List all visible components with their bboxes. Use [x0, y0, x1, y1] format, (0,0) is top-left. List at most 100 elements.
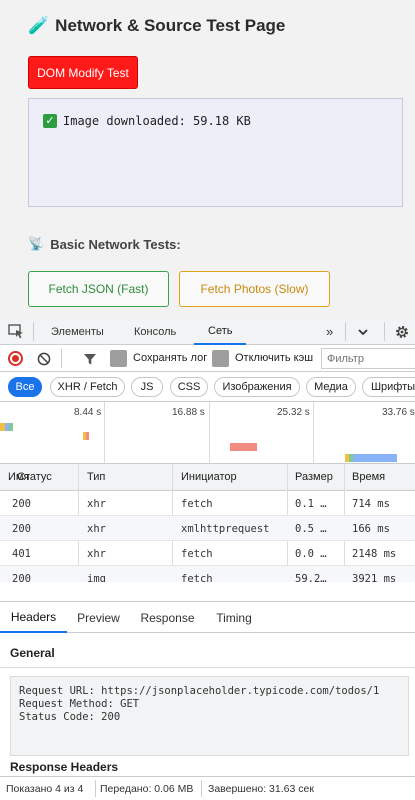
- type-filter-chips: Все XHR / Fetch JS CSS Изображения Медиа…: [0, 372, 415, 402]
- cell-size: 59.2…: [295, 573, 327, 582]
- cell-time: 2148 ms: [352, 548, 397, 560]
- satellite-antenna-icon: 📡: [28, 236, 45, 251]
- test-page: 🧪 Network & Source Test Page DOM Modify …: [0, 0, 415, 318]
- cell-type: xhr: [87, 498, 106, 510]
- transferred-size: Передано: 0.06 MB: [100, 783, 194, 795]
- chip-css[interactable]: CSS: [170, 377, 208, 397]
- finish-time: Завершено: 31.63 сек: [208, 783, 314, 795]
- table-row[interactable]: 200 img fetch 59.2… 3921 ms: [0, 566, 415, 582]
- timeline-divider: [209, 402, 210, 463]
- column-header-size[interactable]: Размер: [295, 471, 333, 483]
- cell-status: 200: [12, 498, 31, 510]
- cell-initiator: fetch: [181, 573, 213, 582]
- filter-input[interactable]: [321, 348, 415, 369]
- tab-headers[interactable]: Headers: [0, 602, 67, 633]
- timeline-divider: [313, 402, 314, 463]
- cell-time: 714 ms: [352, 498, 390, 510]
- timeline-bar: [86, 432, 89, 440]
- chip-js[interactable]: JS: [131, 377, 163, 397]
- timeline-overview[interactable]: 8.44 s 16.88 s 25.32 s 33.76 s: [0, 402, 415, 464]
- tab-elements[interactable]: Элементы: [51, 318, 104, 345]
- preserve-log-checkbox[interactable]: [110, 350, 127, 367]
- cell-initiator: xmlhttprequest: [181, 523, 270, 535]
- timeline-bar: [230, 443, 257, 451]
- table-row[interactable]: 401 xhr fetch 0.0 … 2148 ms: [0, 541, 415, 566]
- clear-icon[interactable]: [36, 351, 51, 366]
- devtools-panel: Элементы Консоль Сеть » Сохранять лог От…: [0, 318, 415, 800]
- chevron-down-icon[interactable]: [355, 324, 371, 340]
- timeline-tick: 8.44 s: [74, 407, 102, 418]
- fetch-json-button[interactable]: Fetch JSON (Fast): [28, 271, 169, 307]
- section-title-text: Basic Network Tests:: [50, 236, 181, 252]
- requests-shown-count: Показано 4 из 4: [6, 783, 84, 795]
- inspect-element-icon[interactable]: [7, 323, 25, 340]
- column-header-status[interactable]: Статус: [17, 471, 52, 483]
- tab-separator: [345, 322, 346, 341]
- chip-fonts[interactable]: Шрифты: [362, 377, 415, 397]
- gear-icon[interactable]: [393, 323, 411, 341]
- timeline-bar: [9, 423, 13, 431]
- tab-console[interactable]: Консоль: [134, 318, 176, 345]
- tab-response[interactable]: Response: [130, 602, 205, 633]
- toolbar-separator: [61, 349, 62, 368]
- cell-status: 200: [12, 573, 31, 582]
- table-header: Имя Статус Тип Инициатор Размер Время: [0, 464, 415, 491]
- filter-icon[interactable]: [82, 351, 97, 366]
- network-toolbar: Сохранять лог Отключить кэш: [0, 345, 415, 372]
- chip-media[interactable]: Медиа: [306, 377, 356, 397]
- preserve-log-label: Сохранять лог: [133, 352, 208, 364]
- disable-cache-label: Отключить кэш: [235, 352, 314, 364]
- column-header-type[interactable]: Тип: [87, 471, 105, 483]
- general-headers-text: Request URL: https://jsonplaceholder.typ…: [10, 676, 409, 756]
- cell-initiator: fetch: [181, 498, 213, 510]
- log-line-text: Image downloaded: 59.18 KB: [63, 114, 251, 128]
- network-status-bar: Показано 4 из 4 Передано: 0.06 MB Заверш…: [0, 776, 415, 800]
- status-separator: [95, 780, 96, 797]
- dom-modify-test-button[interactable]: DOM Modify Test: [28, 56, 138, 89]
- chip-all[interactable]: Все: [8, 377, 42, 397]
- chip-images[interactable]: Изображения: [214, 377, 300, 397]
- more-tabs-button[interactable]: »: [326, 318, 333, 345]
- column-header-initiator[interactable]: Инициатор: [181, 471, 237, 483]
- timeline-tick: 33.76 s: [382, 407, 415, 418]
- table-row[interactable]: 200 xhr xmlhttprequest 0.5 … 166 ms: [0, 516, 415, 541]
- request-table: Имя Статус Тип Инициатор Размер Время 20…: [0, 464, 415, 582]
- cell-time: 166 ms: [352, 523, 390, 535]
- page-title: 🧪 Network & Source Test Page: [28, 16, 285, 36]
- general-section-title[interactable]: General: [10, 646, 55, 660]
- section-title: 📡 Basic Network Tests:: [28, 236, 181, 252]
- request-detail-tabs: Headers Preview Response Timing: [0, 601, 415, 633]
- headers-pane: General Request URL: https://jsonplaceho…: [0, 633, 415, 776]
- page-title-text: Network & Source Test Page: [55, 16, 286, 35]
- cell-size: 0.1 …: [295, 498, 327, 510]
- response-headers-section-title[interactable]: Response Headers: [10, 760, 118, 774]
- timeline-tick: 25.32 s: [277, 407, 310, 418]
- check-mark-icon: ✓: [43, 114, 57, 128]
- section-divider: [0, 667, 415, 668]
- timeline-divider: [104, 402, 105, 463]
- status-separator: [201, 780, 202, 797]
- tab-network[interactable]: Сеть: [194, 318, 247, 345]
- cell-type: xhr: [87, 548, 106, 560]
- test-tube-icon: 🧪: [28, 16, 50, 35]
- disable-cache-checkbox[interactable]: [212, 350, 229, 367]
- cell-size: 0.5 …: [295, 523, 327, 535]
- tab-preview[interactable]: Preview: [67, 602, 130, 633]
- timeline-tick: 16.88 s: [172, 407, 205, 418]
- devtools-tab-bar: Элементы Консоль Сеть »: [0, 318, 415, 345]
- record-icon[interactable]: [8, 351, 23, 366]
- column-header-time[interactable]: Время: [352, 471, 385, 483]
- log-output-box: ✓ Image downloaded: 59.18 KB: [28, 98, 403, 207]
- cell-type: xhr: [87, 523, 106, 535]
- fetch-photos-button[interactable]: Fetch Photos (Slow): [179, 271, 330, 307]
- cell-status: 200: [12, 523, 31, 535]
- tab-timing[interactable]: Timing: [205, 602, 263, 633]
- chip-xhr-fetch[interactable]: XHR / Fetch: [50, 377, 125, 397]
- table-row[interactable]: 200 xhr fetch 0.1 … 714 ms: [0, 491, 415, 516]
- cell-initiator: fetch: [181, 548, 213, 560]
- timeline-bar: [353, 454, 397, 462]
- cell-time: 3921 ms: [352, 573, 397, 582]
- cell-type: img: [87, 573, 106, 582]
- cell-size: 0.0 …: [295, 548, 327, 560]
- cell-status: 401: [12, 548, 31, 560]
